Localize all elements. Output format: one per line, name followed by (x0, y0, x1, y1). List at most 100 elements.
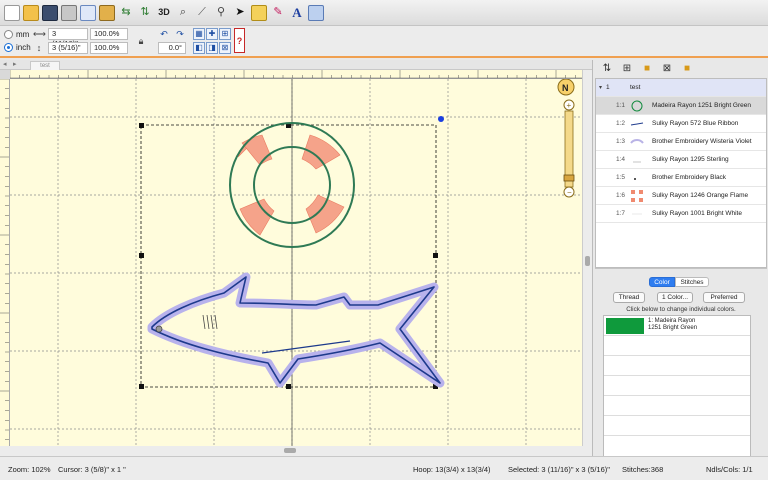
status-ndls: Ndls/Cols: 1/1 (706, 465, 753, 474)
status-selected: Selected: 3 (11/16)" x 3 (5/16)" (508, 465, 610, 474)
horizontal-scroll-thumb[interactable] (284, 448, 296, 453)
sort-icon[interactable]: ⇅ (599, 61, 615, 77)
status-zoom: Zoom: 102% (8, 465, 51, 474)
color-item-number: 1:1 (616, 102, 626, 109)
color-item-name: Sulky Rayon 1246 Orange Flame (652, 192, 749, 199)
height-input[interactable]: 3 (5/16)" (48, 42, 88, 54)
color-list-item[interactable]: 1:2 Sulky Rayon 572 Blue Ribbon (596, 115, 766, 133)
print-icon[interactable] (61, 4, 77, 21)
rotate-left-icon[interactable]: ↶ (158, 28, 170, 40)
mm-label: mm (16, 30, 30, 39)
center-icon[interactable]: ✚ (206, 28, 218, 40)
grid-lines (10, 79, 582, 451)
align-grid-icon[interactable]: ▦ (193, 28, 205, 40)
color-hint-text: Click below to change individual colors. (626, 306, 736, 313)
expand-icon[interactable]: ▾ (599, 84, 602, 91)
color-item-thumbnail (630, 117, 644, 131)
flip-vertical-icon[interactable]: ⇅ (137, 5, 153, 21)
align-right-icon[interactable]: ◨ (206, 42, 218, 54)
paste-icon[interactable] (99, 4, 115, 21)
color-item-number: 1:7 (616, 210, 626, 217)
status-cursor: Cursor: 3 (5/8)" x 1 " (58, 465, 126, 474)
horizontal-ruler (10, 70, 582, 79)
export-image-icon[interactable] (308, 4, 324, 21)
color-item-name: Madeira Rayon 1251 Bright Green (652, 102, 752, 109)
compass-icon[interactable]: N (557, 79, 575, 96)
lock-icon[interactable]: ■ (639, 61, 655, 77)
color-list-item[interactable]: 1:7 Sulky Rayon 1001 Bright White (596, 205, 766, 223)
delete-icon[interactable]: ⊠ (659, 61, 675, 77)
color-list-item[interactable]: 1:4 Sulky Rayon 1295 Sterling (596, 151, 766, 169)
one-color-button[interactable]: 1 Color... (657, 292, 693, 303)
copy-icon[interactable] (80, 4, 96, 21)
swatch-row[interactable]: 1: Madeira Rayon 1251 Bright Green (604, 316, 750, 336)
color-sequence-list: ▾ 1 test 1:1 Madeira Rayon 1251 Bright Gr… (595, 78, 767, 268)
tab-color[interactable]: Color (649, 277, 675, 287)
zoom-slider[interactable]: + − (563, 99, 575, 198)
stitch-player-icon[interactable]: ⚲ (213, 5, 229, 21)
vertical-scrollbar[interactable] (582, 70, 592, 451)
tab-stitches[interactable]: Stitches (675, 277, 709, 287)
unlock-icon[interactable]: ■ (679, 61, 695, 77)
save-icon[interactable] (42, 4, 58, 21)
shark-underlay (147, 272, 445, 388)
color-item-name: Brother Embroidery Wisteria Violet (652, 138, 752, 145)
rotate-handle[interactable] (438, 116, 444, 122)
empty-swatch-row (604, 356, 750, 376)
color-item-number: 1:5 (616, 174, 626, 181)
design-name: test (630, 84, 641, 91)
align-left-icon[interactable]: ◧ (193, 42, 205, 54)
lock-aspect-icon[interactable]: 🔒︎ (135, 35, 147, 47)
swatch-label-line2: 1251 Bright Green (648, 325, 698, 331)
svg-text:+: + (567, 101, 572, 110)
color-item-name: Sulky Rayon 1001 Bright White (652, 210, 742, 217)
zoom-icon[interactable]: ⌕ (175, 5, 191, 21)
new-file-icon[interactable] (4, 4, 20, 21)
split-icon[interactable]: ⊠ (219, 42, 231, 54)
vertical-ruler-ticks (0, 79, 9, 450)
rotate-right-icon[interactable]: ↷ (174, 28, 186, 40)
design-area[interactable]: N + − (10, 79, 582, 451)
mm-radio[interactable] (4, 30, 13, 39)
tab-prev-icon[interactable]: ◂ (3, 60, 7, 68)
property-bar: mm inch ⟷ ↕ 3 (11/16)" 100.0% 3 (5/16)" … (0, 26, 768, 58)
help-icon[interactable]: ? (234, 28, 245, 53)
color-list-item[interactable]: 1:5 Brother Embroidery Black (596, 169, 766, 187)
document-tab-bar: ◂ ▸ test (0, 60, 592, 70)
thread-button[interactable]: Thread (613, 292, 645, 303)
vertical-scroll-thumb[interactable] (585, 256, 590, 266)
inch-radio[interactable] (4, 43, 13, 52)
color-item-name: Brother Embroidery Black (652, 174, 727, 181)
color-list-item[interactable]: 1:6 Sulky Rayon 1246 Orange Flame (596, 187, 766, 205)
design-svg[interactable]: N + − (10, 79, 582, 451)
horizontal-scrollbar[interactable] (0, 446, 592, 456)
color-picker-icon[interactable] (251, 4, 267, 21)
height-percent-input[interactable]: 100.0% (90, 42, 128, 54)
color-swatch[interactable] (606, 318, 644, 334)
rotation-input[interactable]: 0.0° (158, 42, 186, 54)
color-list-item[interactable]: 1:1 Madeira Rayon 1251 Bright Green (596, 97, 766, 115)
text-lettering-icon[interactable]: A (289, 5, 305, 21)
width-input[interactable]: 3 (11/16)" (48, 28, 88, 48)
width-percent-input[interactable]: 100.0% (90, 28, 128, 40)
color-item-thumbnail (630, 135, 644, 149)
preferred-button[interactable]: Preferred (703, 292, 745, 303)
empty-swatch-row (604, 336, 750, 356)
shark-design[interactable] (147, 272, 445, 388)
group-colors-icon[interactable]: ⊞ (619, 61, 635, 77)
color-list-item[interactable]: 1:3 Brother Embroidery Wisteria Violet (596, 133, 766, 151)
color-item-thumbnail (630, 207, 644, 221)
design-row[interactable]: ▾ 1 test (596, 79, 766, 97)
ruler-icon[interactable]: ⟋ (194, 5, 210, 21)
flip-horizontal-icon[interactable]: ⇆ (118, 5, 134, 21)
color-item-thumbnail (630, 171, 644, 185)
tab-test[interactable]: test (30, 61, 60, 70)
paint-bucket-icon[interactable]: ✎ (270, 5, 286, 21)
select-arrow-icon[interactable]: ➤ (232, 5, 248, 21)
group-icon[interactable]: ⊞ (219, 28, 231, 40)
design-index: 1 (606, 84, 610, 91)
tab-next-icon[interactable]: ▸ (13, 60, 17, 68)
open-folder-icon[interactable] (23, 4, 39, 21)
color-item-thumbnail (630, 99, 644, 113)
3d-icon[interactable]: 3D (156, 5, 172, 21)
